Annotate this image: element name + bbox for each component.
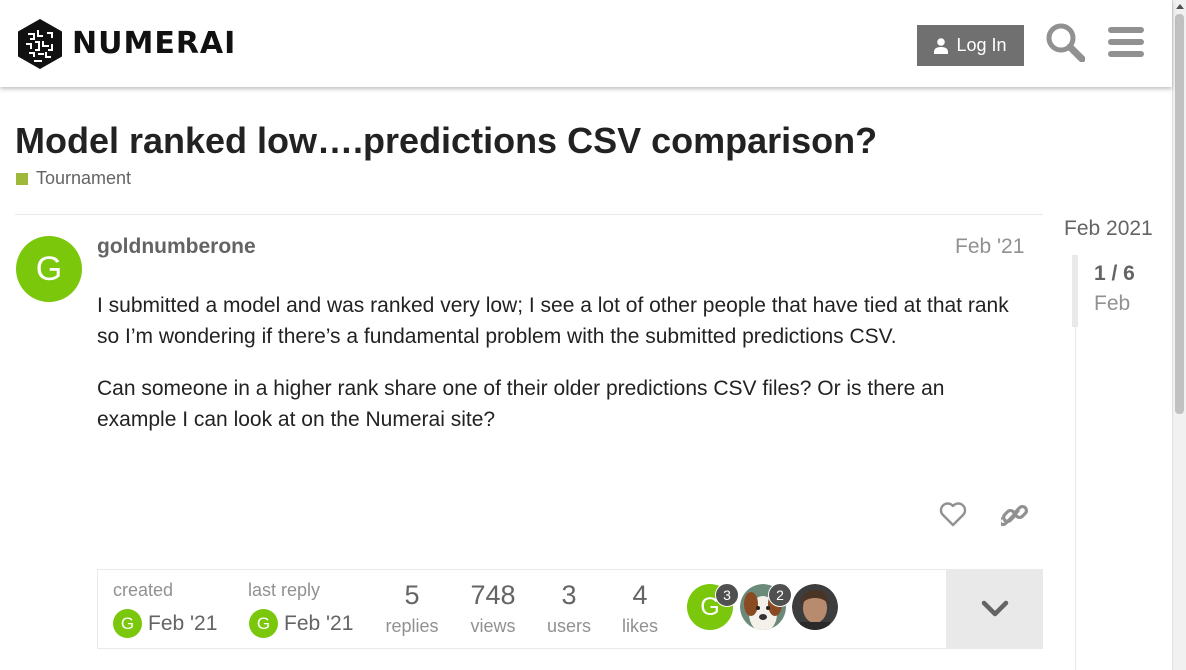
scroll-up-arrow-icon[interactable]: [1176, 4, 1184, 9]
menu-button[interactable]: [1104, 20, 1148, 64]
search-button[interactable]: [1043, 20, 1087, 64]
brand-name: NUMERAI: [72, 26, 237, 61]
numerai-logo-icon: [18, 19, 62, 69]
timeline-position-date: Feb: [1094, 292, 1131, 315]
participant-post-count: 2: [768, 583, 792, 607]
created-avatar[interactable]: G: [113, 609, 142, 638]
user-icon: [934, 37, 949, 54]
expand-topic-map-button[interactable]: [946, 570, 1043, 648]
post-body: I submitted a model and was ranked very …: [97, 290, 1017, 456]
topic-title[interactable]: Model ranked low….predictions CSV compar…: [15, 120, 877, 162]
likes-count: 4: [632, 580, 648, 610]
replies-label: replies: [385, 616, 439, 636]
heart-icon: [939, 502, 967, 527]
avatar-letter: G: [120, 613, 135, 633]
category-color-swatch: [16, 172, 28, 185]
scrollbar-thumb[interactable]: [1175, 14, 1184, 414]
avatar-letter: G: [256, 613, 271, 633]
last-reply-date[interactable]: Feb '21: [284, 612, 353, 636]
author-avatar[interactable]: G: [16, 236, 82, 302]
post-paragraph: I submitted a model and was ranked very …: [97, 294, 1009, 348]
chevron-down-icon: [981, 600, 1008, 617]
hamburger-menu-icon: [1108, 27, 1144, 57]
login-button[interactable]: Log In: [917, 25, 1024, 66]
last-reply-label: last reply: [248, 580, 321, 600]
link-icon: [1001, 504, 1029, 527]
timeline-handle[interactable]: [1072, 255, 1078, 327]
site-logo[interactable]: NUMERAI: [16, 18, 236, 70]
search-icon: [1046, 23, 1085, 62]
site-header: NUMERAI Log In: [0, 0, 1172, 87]
timeline-position: 1 / 6: [1094, 262, 1135, 285]
last-reply-avatar[interactable]: G: [249, 609, 278, 638]
post-paragraph: Can someone in a higher rank share one o…: [97, 377, 945, 431]
page-scrollbar[interactable]: [1172, 0, 1186, 670]
avatar-letter: G: [35, 249, 63, 288]
topic-map: created G Feb '21 last reply G Feb '21 5…: [97, 569, 1043, 649]
likes-label: likes: [621, 616, 658, 636]
category-name: Tournament: [36, 168, 132, 188]
like-button[interactable]: [935, 496, 971, 532]
replies-count: 5: [404, 580, 420, 610]
participant-post-count: 3: [715, 583, 739, 607]
post-author-username[interactable]: goldnumberone: [97, 235, 256, 259]
created-label: created: [113, 580, 174, 600]
divider: [15, 214, 1043, 215]
participant-avatar[interactable]: [792, 584, 838, 630]
login-label: Log In: [956, 35, 1007, 55]
timeline-start-date[interactable]: Feb 2021: [1064, 217, 1153, 241]
category-badge[interactable]: Tournament: [16, 168, 131, 189]
share-link-button[interactable]: [997, 496, 1033, 532]
created-date[interactable]: Feb '21: [148, 612, 217, 636]
post-date[interactable]: Feb '21: [955, 235, 1024, 259]
